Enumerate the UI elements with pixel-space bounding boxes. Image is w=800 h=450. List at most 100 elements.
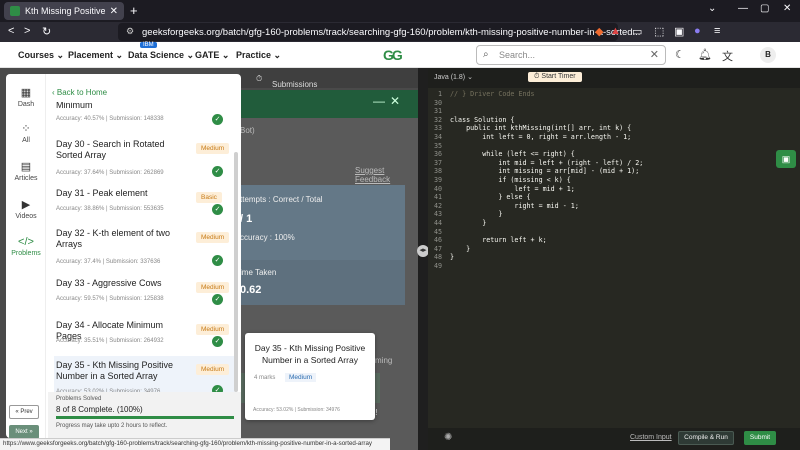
code-editor[interactable]: Java (1.8) ⌄ ⏱ Start Timer 1 // } Driver … xyxy=(428,68,800,428)
list-item[interactable]: Day 31 - Peak element Basic Accuracy: 38… xyxy=(54,188,236,232)
menu-data-science[interactable]: Data Science ⌄ xyxy=(128,50,194,61)
time-label: ime Taken xyxy=(240,268,277,277)
wallet-icon[interactable]: ▣ xyxy=(674,25,684,38)
gfg-logo[interactable]: GG xyxy=(383,47,403,63)
code-icon: </> xyxy=(18,236,34,248)
sidebar-icon[interactable]: ▭ xyxy=(632,25,642,38)
brave-rewards-icon[interactable]: ▲ xyxy=(610,25,621,37)
leo-ai-icon[interactable]: ● xyxy=(694,25,701,37)
code-line[interactable]: } else { xyxy=(450,193,530,201)
line-number: 41 xyxy=(433,193,442,202)
code-line[interactable]: // } Driver Code Ends xyxy=(450,90,535,98)
line-number: 47 xyxy=(433,244,442,253)
notification-bell-icon[interactable]: 🔔︎ xyxy=(698,48,712,61)
nav-videos[interactable]: ▶ Videos xyxy=(6,198,46,220)
progress-bar xyxy=(56,416,234,419)
menu-icon[interactable]: ≡ xyxy=(714,25,720,37)
browser-tab[interactable]: Kth Missing Positive Number in a ✕ xyxy=(4,2,124,20)
lock-icon: ⚙ xyxy=(126,26,135,36)
url-text: geeksforgeeks.org/batch/gfg-160-problems… xyxy=(142,26,641,38)
tooltip-marks: 4 marks xyxy=(254,375,276,381)
list-scrollbar[interactable] xyxy=(234,152,238,392)
code-line[interactable]: while (left <= right) { xyxy=(450,150,575,158)
suggest-feedback-link[interactable]: Suggest Feedback xyxy=(355,166,418,184)
accuracy-value: ccuracy : 100% xyxy=(240,233,295,242)
menu-placement[interactable]: Placement ⌄ xyxy=(68,50,123,61)
menu-gate[interactable]: GATE ⌄ xyxy=(195,50,229,61)
brave-shield-icon[interactable]: ◆ xyxy=(595,25,603,38)
code-line[interactable]: } xyxy=(450,210,502,218)
solved-check-icon: ✓ xyxy=(212,255,223,266)
code-line[interactable]: int missing = arr[mid] - (mid + 1); xyxy=(450,167,639,175)
tab-close-icon[interactable]: ✕ xyxy=(110,6,118,17)
back-to-home-link[interactable]: ‹ Back to Home xyxy=(52,88,107,97)
close-panel-icon[interactable]: ✕ xyxy=(390,94,400,108)
list-item[interactable]: Day 32 - K-th element of two Arrays Medi… xyxy=(54,228,236,272)
prev-button[interactable]: « Prev xyxy=(9,405,39,419)
line-number: 38 xyxy=(433,167,442,176)
dark-mode-icon[interactable]: ☾ xyxy=(675,48,685,61)
code-line[interactable]: if (missing < k) { xyxy=(450,176,570,184)
list-item[interactable]: Day 30 - Search in Rotated Sorted Array … xyxy=(54,139,236,183)
article-icon: ▤ xyxy=(20,161,32,173)
translate-icon[interactable]: 文 xyxy=(722,48,733,64)
line-number: 48 xyxy=(433,253,442,262)
code-line[interactable]: left = mid + 1; xyxy=(450,185,574,193)
code-line[interactable]: return left + k; xyxy=(450,236,546,244)
progress-fill xyxy=(56,416,234,419)
menu-practice[interactable]: Practice ⌄ xyxy=(236,50,281,61)
editor-bottombar: ✺ Custom Input Compile & Run Submit xyxy=(428,428,800,450)
new-tab-icon[interactable]: + xyxy=(130,3,138,18)
hint-bulb-icon[interactable]: ✺ xyxy=(444,432,452,443)
line-number: 39 xyxy=(433,176,442,184)
clear-search-icon[interactable]: ✕ xyxy=(650,48,659,61)
line-number: 30 xyxy=(433,98,442,107)
close-window-icon[interactable]: ✕ xyxy=(783,3,791,14)
extensions-icon[interactable]: ⬚ xyxy=(654,25,664,38)
submit-button[interactable]: Submit xyxy=(744,431,776,445)
start-timer-button[interactable]: ⏱ Start Timer xyxy=(528,72,582,82)
tab-submissions[interactable]: ⏱ Submissions xyxy=(256,74,317,89)
code-line[interactable]: } xyxy=(450,253,454,261)
line-number: 44 xyxy=(433,219,442,227)
nav-all[interactable]: ⁘ All xyxy=(6,122,46,144)
line-number: 31 xyxy=(433,107,442,116)
video-icon: ▶ xyxy=(21,199,31,211)
list-tabs-icon[interactable]: ⌄ xyxy=(708,3,716,14)
code-line[interactable]: int mid = left + (right - left) / 2; xyxy=(450,159,643,167)
nav-articles[interactable]: ▤ Articles xyxy=(6,160,46,182)
code-line[interactable]: int left = 0, right = arr.length - 1; xyxy=(450,133,631,141)
code-line[interactable]: public int kthMissing(int[] arr, int k) … xyxy=(450,124,631,132)
language-select[interactable]: Java (1.8) ⌄ xyxy=(434,73,473,81)
ibm-badge: IBM xyxy=(140,42,157,48)
tooltip-title: Day 35 - Kth Missing Positive Number in … xyxy=(254,343,366,365)
code-line[interactable]: right = mid - 1; xyxy=(450,202,578,210)
compile-run-button[interactable]: Compile & Run xyxy=(678,431,734,445)
custom-input-link[interactable]: Custom Input xyxy=(630,434,672,441)
search-input[interactable]: ⌕ Search... ✕ xyxy=(476,45,666,65)
minimize-panel-icon[interactable]: — xyxy=(373,94,385,108)
next-button[interactable]: Next » xyxy=(9,425,39,439)
list-item[interactable]: Day 33 - Aggressive Cows Medium Accuracy… xyxy=(54,278,236,322)
list-item[interactable]: Minimum Accuracy: 40.57% | Submission: 1… xyxy=(54,102,236,144)
reload-icon[interactable]: ↻ xyxy=(42,25,51,38)
forward-icon[interactable]: > xyxy=(24,25,30,37)
minimize-icon[interactable]: — xyxy=(738,3,748,14)
browser-navbar: < > ↻ ⊟ ⚙ geeksforgeeks.org/batch/gfg-16… xyxy=(0,22,800,42)
code-line[interactable]: } xyxy=(450,245,470,253)
progress-complete: 8 of 8 Complete. (100%) xyxy=(56,405,143,414)
sidebar-nav: ▦ Dash ⁘ All ▤ Articles ▶ Videos </> Problems xyxy=(6,74,46,438)
back-icon[interactable]: < xyxy=(8,25,14,37)
code-line[interactable]: class Solution { xyxy=(450,116,514,124)
editor-toolbar: Java (1.8) ⌄ ⏱ Start Timer xyxy=(428,68,800,88)
nav-dash[interactable]: ▦ Dash xyxy=(6,86,46,108)
menu-courses[interactable]: Courses ⌄ xyxy=(18,50,64,61)
url-bar[interactable]: ⚙ geeksforgeeks.org/batch/gfg-160-proble… xyxy=(118,23,640,41)
maximize-icon[interactable]: ▢ xyxy=(760,3,769,14)
nav-problems[interactable]: </> Problems xyxy=(6,236,46,257)
chat-icon[interactable]: ▣ xyxy=(776,150,796,168)
code-line[interactable]: } xyxy=(450,219,486,227)
search-icon: ⌕ xyxy=(483,49,489,60)
track-sidebar: ▦ Dash ⁘ All ▤ Articles ▶ Videos </> Problems… xyxy=(6,74,241,438)
avatar[interactable]: B xyxy=(760,47,776,63)
